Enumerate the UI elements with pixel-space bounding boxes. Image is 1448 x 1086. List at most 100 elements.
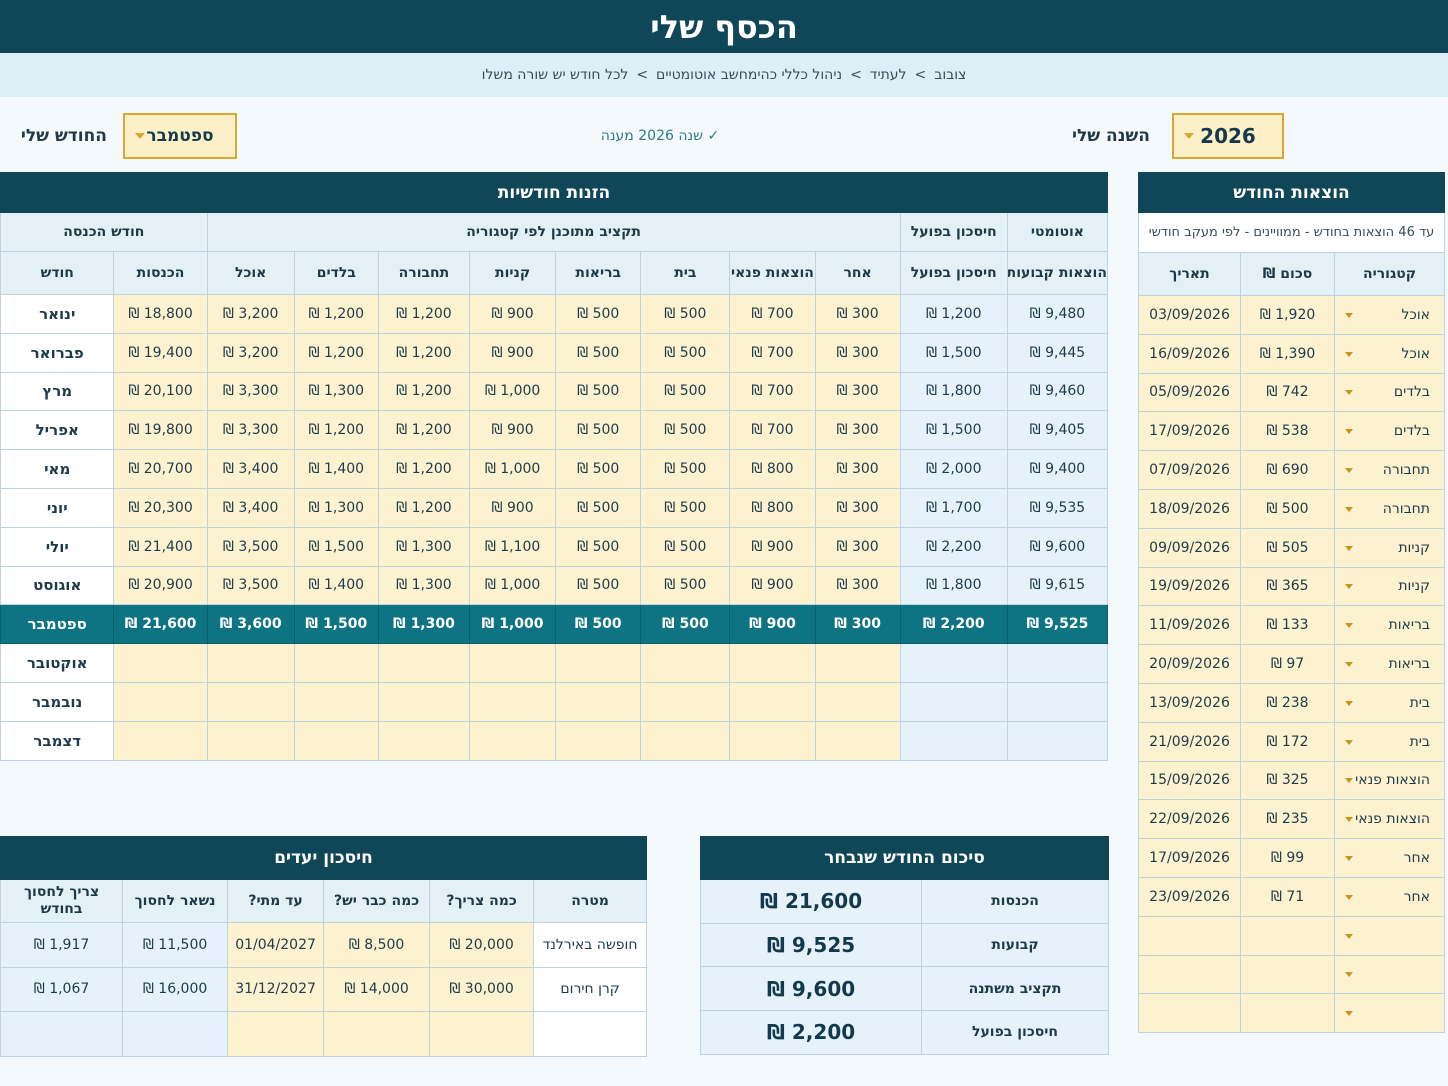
cell-income[interactable]: [113, 681, 208, 722]
cell-leisure[interactable]: [729, 681, 816, 722]
cell-other[interactable]: [814, 643, 901, 683]
cell-transport[interactable]: 1,200 ₪: [377, 294, 471, 334]
cell-shopping[interactable]: 1,000 ₪: [469, 449, 557, 489]
cell-kids[interactable]: [293, 681, 379, 722]
cell-health[interactable]: 500 ₪: [555, 410, 642, 451]
cell-kids[interactable]: 1,500 ₪: [293, 604, 379, 645]
expense-date[interactable]: [1137, 954, 1242, 995]
cell-income[interactable]: 20,100 ₪: [113, 371, 208, 412]
cell-savings[interactable]: 1,800 ₪: [899, 565, 1008, 606]
expense-amount[interactable]: 742 ₪: [1240, 372, 1336, 413]
cell-savings[interactable]: 1,500 ₪: [899, 410, 1008, 451]
goal-need[interactable]: 30,000 ₪: [429, 966, 535, 1012]
cell-shopping[interactable]: 900 ₪: [469, 332, 557, 373]
cell-leisure[interactable]: 700 ₪: [729, 371, 816, 412]
cell-transport[interactable]: 1,300 ₪: [377, 526, 471, 567]
cell-home[interactable]: 500 ₪: [640, 410, 731, 451]
cell-transport[interactable]: 1,200 ₪: [377, 371, 471, 412]
cell-fixed[interactable]: 9,615 ₪: [1006, 565, 1109, 606]
expense-amount[interactable]: 172 ₪: [1240, 721, 1336, 762]
goal-need[interactable]: 20,000 ₪: [429, 922, 535, 968]
cell-kids[interactable]: 1,200 ₪: [293, 294, 379, 334]
expense-category-select[interactable]: אוכל: [1334, 333, 1446, 374]
expense-date[interactable]: 07/09/2026: [1137, 450, 1242, 490]
cell-fixed[interactable]: 9,525 ₪: [1006, 604, 1109, 645]
cell-home[interactable]: 500 ₪: [640, 332, 731, 373]
cell-food[interactable]: 3,600 ₪: [206, 604, 295, 645]
goal-have[interactable]: 14,000 ₪: [323, 966, 431, 1012]
cell-savings[interactable]: [899, 681, 1008, 722]
cell-kids[interactable]: 1,200 ₪: [293, 410, 379, 451]
cell-savings[interactable]: 2,200 ₪: [899, 526, 1008, 567]
cell-savings[interactable]: [899, 643, 1008, 683]
expense-amount[interactable]: 505 ₪: [1240, 527, 1336, 568]
breadcrumb-item[interactable]: לעתיד: [870, 67, 907, 83]
expense-date[interactable]: 11/09/2026: [1137, 605, 1242, 646]
goal-goal[interactable]: קרן חירום: [533, 966, 648, 1012]
expense-category-select[interactable]: [1334, 993, 1446, 1034]
expense-date[interactable]: 20/09/2026: [1137, 644, 1242, 684]
cell-savings[interactable]: 1,500 ₪: [899, 332, 1008, 373]
expense-date[interactable]: 23/09/2026: [1137, 876, 1242, 917]
cell-home[interactable]: 500 ₪: [640, 526, 731, 567]
expense-amount[interactable]: 365 ₪: [1240, 566, 1336, 607]
goal-have[interactable]: 8,500 ₪: [323, 922, 431, 968]
expense-amount[interactable]: 538 ₪: [1240, 411, 1336, 452]
cell-food[interactable]: [206, 643, 295, 683]
cell-fixed[interactable]: 9,405 ₪: [1006, 410, 1109, 451]
breadcrumb-item[interactable]: ניהול כללי כהימחשב אוטומטיים: [656, 67, 842, 83]
cell-leisure[interactable]: 900 ₪: [729, 526, 816, 567]
cell-kids[interactable]: 1,400 ₪: [293, 565, 379, 606]
expense-amount[interactable]: [1240, 954, 1336, 995]
cell-home[interactable]: [640, 681, 731, 722]
cell-fixed[interactable]: 9,400 ₪: [1006, 449, 1109, 489]
cell-health[interactable]: 500 ₪: [555, 487, 642, 528]
cell-leisure[interactable]: [729, 720, 816, 761]
cell-home[interactable]: 500 ₪: [640, 371, 731, 412]
goal-until[interactable]: 01/04/2027: [227, 922, 325, 968]
cell-kids[interactable]: [293, 720, 379, 761]
expense-category-select[interactable]: בריאות: [1334, 605, 1446, 646]
cell-other[interactable]: 300 ₪: [814, 487, 901, 528]
cell-home[interactable]: [640, 643, 731, 683]
cell-other[interactable]: [814, 720, 901, 761]
cell-health[interactable]: 500 ₪: [555, 604, 642, 645]
cell-other[interactable]: [814, 681, 901, 722]
cell-savings[interactable]: 1,700 ₪: [899, 487, 1008, 528]
cell-food[interactable]: 3,200 ₪: [206, 294, 295, 334]
cell-income[interactable]: [113, 643, 208, 683]
cell-transport[interactable]: 1,200 ₪: [377, 332, 471, 373]
expense-category-select[interactable]: תחבורה: [1334, 488, 1446, 529]
cell-income[interactable]: 20,700 ₪: [113, 449, 208, 489]
cell-food[interactable]: 3,500 ₪: [206, 565, 295, 606]
cell-health[interactable]: [555, 681, 642, 722]
expense-date[interactable]: 16/09/2026: [1137, 333, 1242, 374]
cell-shopping[interactable]: 1,000 ₪: [469, 604, 557, 645]
cell-food[interactable]: 3,200 ₪: [206, 332, 295, 373]
goal-have[interactable]: [323, 1011, 431, 1057]
expense-date[interactable]: 21/09/2026: [1137, 721, 1242, 762]
expense-amount[interactable]: 97 ₪: [1240, 644, 1336, 684]
cell-transport[interactable]: 1,200 ₪: [377, 487, 471, 528]
cell-transport[interactable]: 1,200 ₪: [377, 449, 471, 489]
cell-savings[interactable]: 1,200 ₪: [899, 294, 1008, 334]
cell-income[interactable]: 20,300 ₪: [113, 487, 208, 528]
cell-food[interactable]: [206, 681, 295, 722]
cell-other[interactable]: 300 ₪: [814, 410, 901, 451]
expense-amount[interactable]: 238 ₪: [1240, 682, 1336, 723]
cell-other[interactable]: 300 ₪: [814, 294, 901, 334]
expense-category-select[interactable]: בית: [1334, 682, 1446, 723]
expense-amount[interactable]: 500 ₪: [1240, 488, 1336, 529]
cell-health[interactable]: 500 ₪: [555, 565, 642, 606]
cell-other[interactable]: 300 ₪: [814, 449, 901, 489]
cell-shopping[interactable]: [469, 643, 557, 683]
month-select[interactable]: ספטמבר: [123, 113, 237, 159]
expense-category-select[interactable]: בלדים: [1334, 372, 1446, 413]
expense-date[interactable]: 15/09/2026: [1137, 760, 1242, 801]
breadcrumb-item[interactable]: צובוב: [934, 67, 966, 83]
expense-category-select[interactable]: אחר: [1334, 876, 1446, 917]
cell-shopping[interactable]: [469, 720, 557, 761]
expense-category-select[interactable]: אחר: [1334, 838, 1446, 878]
expense-date[interactable]: 18/09/2026: [1137, 488, 1242, 529]
cell-health[interactable]: 500 ₪: [555, 371, 642, 412]
